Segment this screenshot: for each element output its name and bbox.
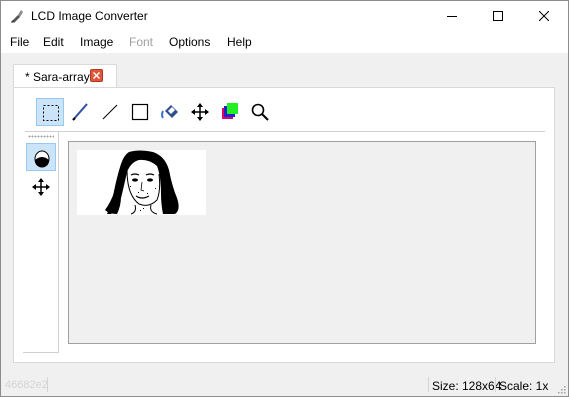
invert-select-icon (34, 150, 50, 168)
status-size: Size: 128x64 (432, 379, 502, 393)
minimize-button[interactable] (429, 1, 475, 31)
menu-edit[interactable]: Edit (43, 35, 64, 49)
status-separator (495, 377, 496, 392)
move-icon (191, 103, 209, 121)
move-icon (32, 178, 50, 196)
menu-help[interactable]: Help (227, 35, 252, 49)
fill-tool-button[interactable] (156, 98, 184, 126)
menu-image[interactable]: Image (80, 35, 113, 49)
fill-bucket-icon (161, 105, 178, 119)
select-rectangle-icon (43, 105, 59, 121)
app-logo-icon (11, 10, 23, 23)
status-separator (428, 377, 429, 392)
maximize-icon (493, 11, 503, 21)
option-move-button[interactable] (26, 173, 56, 201)
title-bar[interactable]: LCD Image Converter (1, 1, 568, 31)
status-revision: 46682e2 (5, 379, 48, 391)
monochrome-portrait-image[interactable] (77, 150, 206, 215)
zoom-icon (251, 103, 269, 121)
menu-file[interactable]: File (10, 35, 29, 49)
app-window: LCD Image Converter File Edit Image Font… (0, 0, 569, 397)
status-bar: 46682e2 Size: 128x64 Scale: 1x (1, 374, 568, 396)
color-tool-button[interactable] (216, 98, 244, 126)
tab-label: * Sara-array (25, 70, 90, 84)
resize-grip-icon[interactable] (556, 384, 566, 394)
toolbar-grip[interactable] (28, 135, 54, 138)
color-picker-icon (222, 103, 238, 119)
menu-font[interactable]: Font (129, 35, 153, 49)
rectangle-tool-button[interactable] (126, 98, 154, 126)
pen-tool-button[interactable] (66, 98, 94, 126)
maximize-button[interactable] (475, 1, 521, 31)
pen-icon (72, 103, 88, 121)
close-icon (539, 11, 549, 21)
close-button[interactable] (521, 1, 567, 31)
tab-close-button[interactable] (90, 69, 103, 82)
status-separator (47, 377, 48, 392)
status-scale: Scale: 1x (499, 379, 549, 393)
toolbar-divider (25, 131, 545, 132)
close-icon (93, 72, 100, 79)
menu-options[interactable]: Options (169, 35, 210, 49)
menu-bar: File Edit Image Font Options Help (1, 31, 568, 53)
window-title: LCD Image Converter (31, 9, 148, 23)
rectangle-icon (131, 103, 149, 121)
zoom-tool-button[interactable] (246, 98, 274, 126)
line-tool-button[interactable] (96, 98, 124, 126)
select-tool-button[interactable] (36, 98, 64, 126)
line-icon (102, 104, 118, 120)
minimize-icon (447, 16, 457, 17)
tab-document[interactable]: * Sara-array (13, 64, 117, 88)
option-invert-button[interactable] (26, 143, 56, 171)
tools-toolbar (19, 98, 545, 130)
move-tool-button[interactable] (186, 98, 214, 126)
